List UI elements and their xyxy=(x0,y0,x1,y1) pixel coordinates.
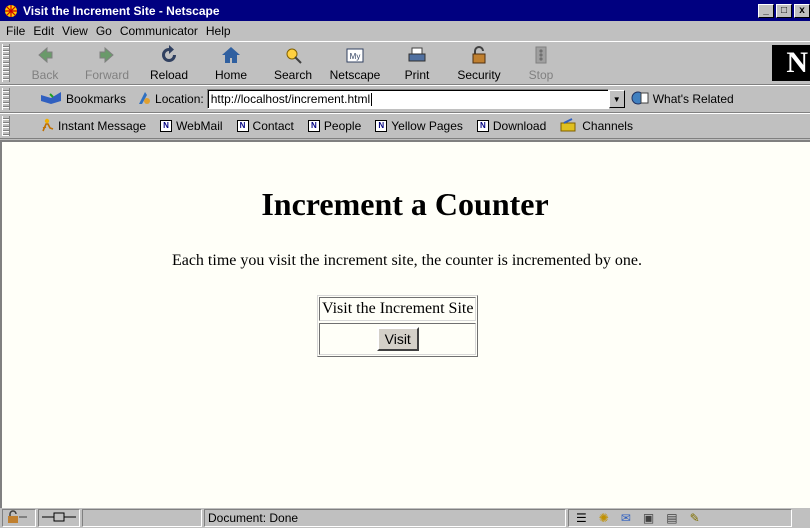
netscape-icon: My xyxy=(344,44,366,65)
minimize-button[interactable]: _ xyxy=(758,3,774,18)
stop-icon xyxy=(530,44,552,65)
page-description: Each time you visit the increment site, … xyxy=(171,252,643,269)
table-button-cell: Visit xyxy=(319,323,477,355)
location-label: Location: xyxy=(155,92,204,106)
location-icon[interactable] xyxy=(136,90,152,109)
stop-button[interactable]: Stop xyxy=(510,44,572,84)
lock-icon xyxy=(468,44,490,65)
bookmark-page-icon: N xyxy=(307,120,320,132)
people-link[interactable]: N People xyxy=(307,119,361,133)
menu-file[interactable]: File xyxy=(4,24,31,38)
security-label: Security xyxy=(457,68,501,82)
composer-icon[interactable]: ✎ xyxy=(690,511,700,525)
forward-arrow-icon xyxy=(96,44,118,65)
menu-bar: File Edit View Go Communicator Help xyxy=(0,21,810,41)
channels-icon xyxy=(560,117,578,135)
print-icon xyxy=(406,44,428,65)
close-button[interactable]: x xyxy=(794,3,810,18)
whats-related-button[interactable]: What's Related xyxy=(631,90,734,109)
bookmarks-icon xyxy=(40,91,62,108)
menu-edit[interactable]: Edit xyxy=(31,24,60,38)
download-link[interactable]: N Download xyxy=(476,119,546,133)
url-input[interactable]: http://localhost/increment.html xyxy=(206,89,609,109)
reload-button[interactable]: Reload xyxy=(138,44,200,84)
instant-message-icon xyxy=(40,118,54,135)
address-book-icon[interactable]: ▤ xyxy=(666,511,677,525)
url-dropdown-button[interactable]: ▼ xyxy=(608,90,625,108)
bookmark-page-icon: N xyxy=(375,120,388,132)
menu-view[interactable]: View xyxy=(60,24,94,38)
back-arrow-icon xyxy=(34,44,56,65)
netscape-button[interactable]: My Netscape xyxy=(324,44,386,84)
yellow-pages-link[interactable]: N Yellow Pages xyxy=(375,119,463,133)
security-button[interactable]: Security xyxy=(448,44,510,84)
forward-label: Forward xyxy=(84,68,129,82)
search-icon xyxy=(282,44,304,65)
connection-status xyxy=(38,509,80,527)
component-bar: ☰ ✺ ✉ ▣ ▤ ✎ xyxy=(568,509,792,527)
toolbar-grip[interactable] xyxy=(2,44,10,82)
webmail-link[interactable]: N WebMail xyxy=(160,119,223,133)
visit-form-table: Visit the Increment Site Visit xyxy=(317,295,479,357)
location-label-group: Location: xyxy=(136,90,204,109)
svg-text:My: My xyxy=(350,52,361,61)
maximize-button[interactable]: □ xyxy=(776,3,792,18)
back-button[interactable]: Back xyxy=(14,44,76,84)
page-content: Increment a Counter Each time you visit … xyxy=(0,140,810,508)
instant-message-link[interactable]: Instant Message xyxy=(40,118,146,135)
browser-icon[interactable]: ✺ xyxy=(599,511,609,525)
mail-icon[interactable]: ✉ xyxy=(621,511,631,525)
whats-related-label: What's Related xyxy=(652,92,734,106)
menu-communicator[interactable]: Communicator xyxy=(118,24,204,38)
netscape-label: Netscape xyxy=(329,68,381,82)
reload-label: Reload xyxy=(149,68,189,82)
home-icon xyxy=(220,44,242,65)
menu-go[interactable]: Go xyxy=(94,24,118,38)
location-toolbar: Bookmarks Location: http://localhost/inc… xyxy=(0,85,810,113)
reload-icon xyxy=(158,44,180,65)
toolbar-grip[interactable] xyxy=(2,88,10,110)
navigator-icon[interactable]: ☰ xyxy=(576,511,587,525)
search-button[interactable]: Search xyxy=(262,44,324,84)
netscape-logo[interactable]: N xyxy=(772,45,810,81)
progress-bar xyxy=(82,509,202,527)
print-button[interactable]: Print xyxy=(386,44,448,84)
toolbar-grip[interactable] xyxy=(2,116,10,136)
home-label: Home xyxy=(214,68,247,82)
status-text: Document: Done xyxy=(204,509,566,527)
bookmarks-label: Bookmarks xyxy=(66,92,127,106)
bookmarks-button[interactable]: Bookmarks xyxy=(40,91,126,108)
personal-toolbar: Instant Message N WebMail N Contact N Pe… xyxy=(0,113,810,139)
connection-icon xyxy=(42,511,76,525)
bookmark-page-icon: N xyxy=(236,120,249,132)
navigation-toolbar: Back Forward Reload Home Search My Netsc… xyxy=(0,41,810,85)
url-text: http://localhost/increment.html xyxy=(210,92,371,106)
back-label: Back xyxy=(31,68,59,82)
table-header-cell: Visit the Increment Site xyxy=(319,297,477,321)
bookmark-page-icon: N xyxy=(476,120,489,132)
status-bar: Document: Done ☰ ✺ ✉ ▣ ▤ ✎ xyxy=(0,508,810,528)
page-title: Increment a Counter xyxy=(261,186,549,222)
lock-status-icon xyxy=(6,509,28,527)
security-status[interactable] xyxy=(2,509,36,527)
home-button[interactable]: Home xyxy=(200,44,262,84)
forward-button[interactable]: Forward xyxy=(76,44,138,84)
title-bar: Visit the Increment Site - Netscape _ □ … xyxy=(0,0,810,21)
print-label: Print xyxy=(404,68,430,82)
window-title: Visit the Increment Site - Netscape xyxy=(23,3,220,18)
netscape-app-icon xyxy=(3,3,19,19)
visit-button[interactable]: Visit xyxy=(376,327,419,351)
stop-label: Stop xyxy=(528,68,554,82)
search-label: Search xyxy=(273,68,313,82)
menu-help[interactable]: Help xyxy=(204,24,237,38)
contact-link[interactable]: N Contact xyxy=(236,119,294,133)
channels-link[interactable]: Channels xyxy=(560,117,633,135)
newsgroups-icon[interactable]: ▣ xyxy=(643,511,654,525)
bookmark-page-icon: N xyxy=(160,120,173,132)
whats-related-icon xyxy=(631,90,649,109)
